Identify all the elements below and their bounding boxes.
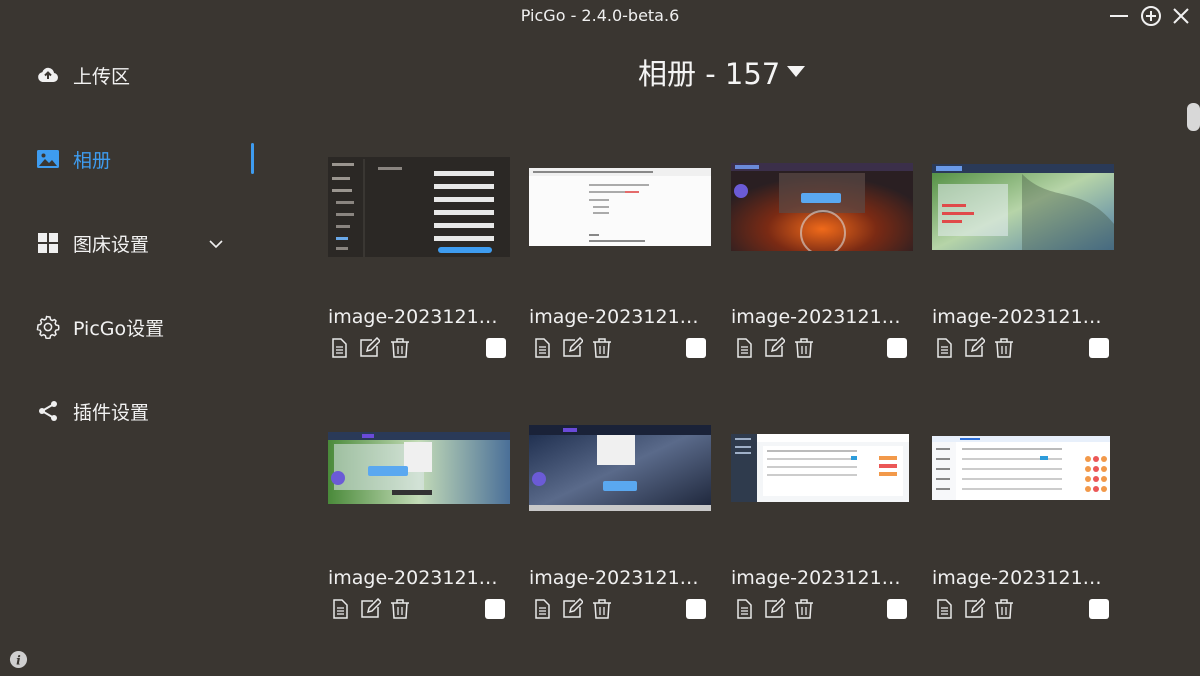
copy-link-icon[interactable] [531,337,553,359]
image-thumbnail[interactable] [932,164,1114,250]
title-bar: PicGo - 2.4.0-beta.6 [0,0,1200,32]
delete-icon[interactable] [793,598,815,620]
cloud-upload-icon [36,63,60,87]
sidebar-item-label: PicGo设置 [73,317,165,340]
image-name: image-2023121… [529,567,699,589]
close-icon[interactable] [1169,4,1193,28]
delete-icon[interactable] [591,337,613,359]
select-checkbox[interactable] [1089,338,1109,358]
select-checkbox[interactable] [686,338,706,358]
image-name: image-2023121… [529,306,699,328]
copy-link-icon[interactable] [328,337,350,359]
delete-icon[interactable] [591,598,613,620]
image-icon [36,147,60,171]
image-thumbnail[interactable] [328,432,510,504]
delete-icon[interactable] [793,337,815,359]
image-thumbnail[interactable] [932,436,1114,500]
image-name: image-2023121… [932,306,1102,328]
image-name: image-2023121… [932,567,1102,589]
select-checkbox[interactable] [887,338,907,358]
active-indicator [251,143,254,174]
delete-icon[interactable] [389,337,411,359]
image-thumbnail[interactable] [731,163,913,251]
select-checkbox[interactable] [485,599,505,619]
copy-link-icon[interactable] [531,598,553,620]
image-name: image-2023121… [328,306,498,328]
maximize-plus-icon[interactable] [1139,4,1163,28]
grid-icon [36,231,60,255]
sidebar-item-gallery[interactable]: 相册 [36,141,111,177]
delete-icon[interactable] [389,598,411,620]
delete-icon[interactable] [993,337,1015,359]
image-thumbnail[interactable] [328,157,510,257]
svg-text:i: i [16,652,21,667]
select-checkbox[interactable] [686,599,706,619]
chevron-down-icon[interactable] [208,236,224,252]
edit-icon[interactable] [561,598,583,620]
image-name: image-2023121… [328,567,498,589]
copy-link-icon[interactable] [933,598,955,620]
caret-down-icon[interactable] [787,63,805,77]
select-checkbox[interactable] [887,599,907,619]
sidebar-item-picbed-settings[interactable]: 图床设置 [36,225,149,261]
select-checkbox[interactable] [486,338,506,358]
image-thumbnail[interactable] [731,434,913,502]
edit-icon[interactable] [561,337,583,359]
edit-icon[interactable] [359,598,381,620]
copy-link-icon[interactable] [733,598,755,620]
gear-icon [36,315,60,339]
share-icon [36,399,60,423]
album-title[interactable]: 相册 - 157 [638,51,780,93]
copy-link-icon[interactable] [329,598,351,620]
scrollbar-thumb[interactable] [1187,103,1200,131]
copy-link-icon[interactable] [933,337,955,359]
edit-icon[interactable] [358,337,380,359]
sidebar-item-label: 相册 [73,149,112,172]
edit-icon[interactable] [763,598,785,620]
minimize-icon[interactable] [1107,4,1131,28]
image-name: image-2023121… [731,567,901,589]
edit-icon[interactable] [763,337,785,359]
sidebar-item-label: 上传区 [73,65,131,88]
window-title: PicGo - 2.4.0-beta.6 [520,6,680,25]
delete-icon[interactable] [993,598,1015,620]
sidebar-item-label: 插件设置 [73,401,150,424]
sidebar-item-label: 图床设置 [73,233,150,256]
image-thumbnail[interactable] [529,168,711,246]
copy-link-icon[interactable] [733,337,755,359]
sidebar-item-upload[interactable]: 上传区 [36,57,130,93]
edit-icon[interactable] [963,598,985,620]
select-checkbox[interactable] [1089,599,1109,619]
image-thumbnail[interactable] [529,425,711,511]
sidebar-item-plugin-settings[interactable]: 插件设置 [36,393,149,429]
image-name: image-2023121… [731,306,901,328]
edit-icon[interactable] [963,337,985,359]
info-icon[interactable]: i [9,650,28,669]
sidebar-item-picgo-settings[interactable]: PicGo设置 [36,309,164,345]
